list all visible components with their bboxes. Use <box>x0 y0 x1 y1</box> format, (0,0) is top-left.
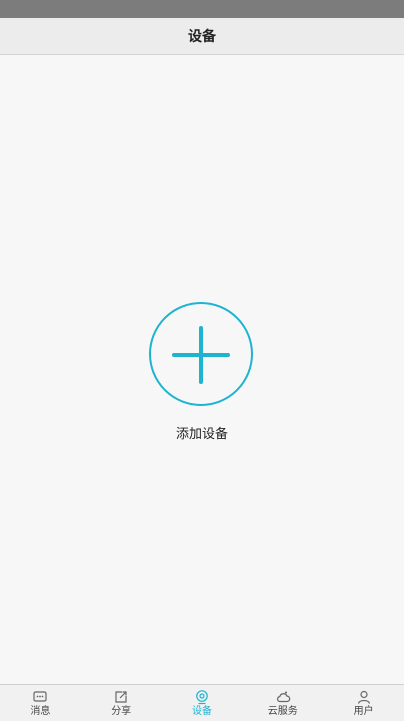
message-icon <box>33 691 47 702</box>
cloud-icon <box>276 691 291 703</box>
tab-cloud[interactable]: 云服务 <box>242 685 323 721</box>
status-bar <box>0 0 404 18</box>
plus-icon <box>172 326 230 384</box>
tab-user[interactable]: 用户 <box>323 685 404 721</box>
tab-devices-label: 设备 <box>191 706 212 717</box>
tab-cloud-label: 云服务 <box>267 706 298 717</box>
device-icon <box>196 690 208 705</box>
tab-messages-label: 消息 <box>30 706 51 717</box>
share-icon <box>115 691 127 703</box>
page-title: 设备 <box>188 29 216 45</box>
tab-share-label: 分享 <box>111 706 132 717</box>
bottom-tab-bar: 消息 分享 设备 云服务 用户 <box>0 684 404 721</box>
add-device-label: 添加设备 <box>175 427 228 442</box>
tab-messages[interactable]: 消息 <box>0 685 81 721</box>
user-icon <box>357 690 370 704</box>
tab-devices[interactable]: 设备 <box>162 685 243 721</box>
top-bar: 设备 <box>0 18 404 55</box>
device-list-area: 添加设备 <box>0 55 404 684</box>
tab-share[interactable]: 分享 <box>81 685 162 721</box>
tab-user-label: 用户 <box>353 706 374 717</box>
add-device-button[interactable] <box>149 302 253 406</box>
